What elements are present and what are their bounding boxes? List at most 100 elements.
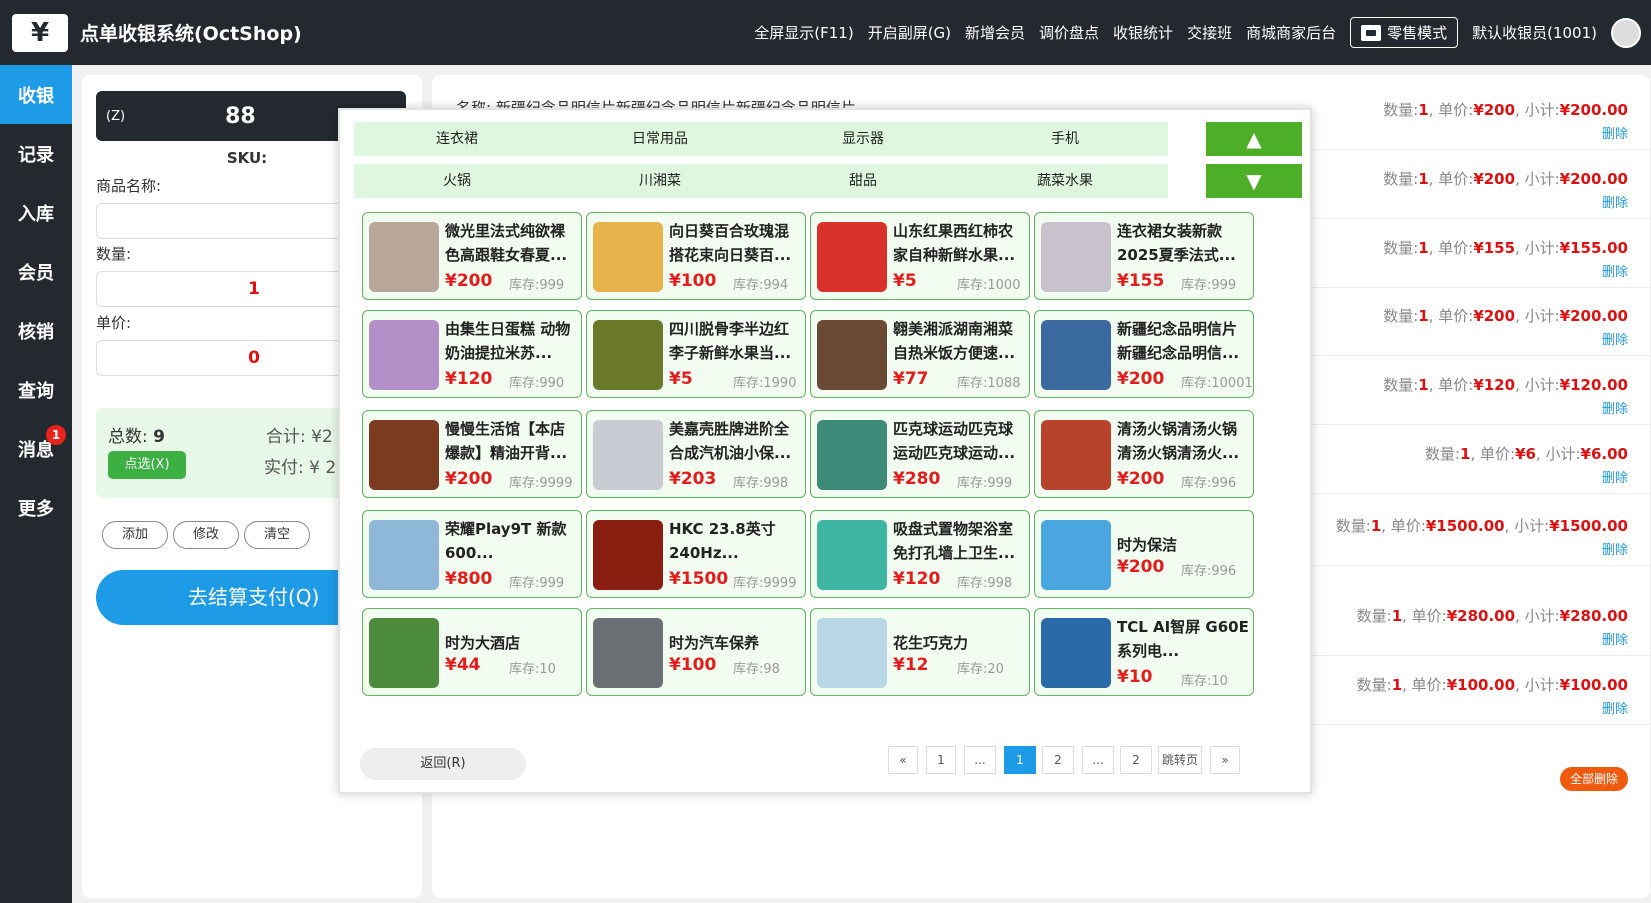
product-price: ¥1500 (669, 569, 729, 589)
category-dress[interactable]: 连衣裙 (354, 122, 560, 156)
product-card[interactable]: 时为大酒店 ¥44 库存:10 (362, 608, 582, 696)
nav-cashier-stats[interactable]: 收银统计 (1113, 22, 1173, 43)
product-card[interactable]: 清汤火锅清汤火锅清汤火锅清汤火... ¥200 库存:996 (1034, 410, 1254, 498)
delete-link[interactable]: 删除 (1602, 329, 1628, 348)
price-value: ¥200 (1473, 101, 1516, 119)
product-card[interactable]: 匹克球运动匹克球运动匹克球运动... ¥280 库存:999 (810, 410, 1030, 498)
page-button[interactable]: 跳转页 (1158, 746, 1202, 774)
product-name: 四川脱骨李半边红李子新鲜水果当... (669, 320, 792, 362)
retail-mode-button[interactable]: 零售模式 (1350, 17, 1459, 48)
product-stock: 库存:999 (1181, 278, 1237, 293)
product-card[interactable]: 荣耀Play9T 新款600... ¥800 库存:999 (362, 510, 582, 598)
edit-button[interactable]: 修改 (173, 521, 239, 549)
sidebar-item-cashier[interactable]: 收银 (0, 65, 72, 124)
product-card[interactable]: 吸盘式置物架浴室免打孔墙上卫生... ¥120 库存:998 (810, 510, 1030, 598)
product-stock: 库存:999 (509, 278, 565, 293)
nav-merchant-backend[interactable]: 商城商家后台 (1246, 22, 1336, 43)
product-stock: 库存:994 (733, 278, 789, 293)
product-image (1041, 520, 1111, 590)
product-card[interactable]: 花生巧克力 ¥12 库存:20 (810, 608, 1030, 696)
nav-fullscreen[interactable]: 全屏显示(F11) (754, 22, 853, 43)
product-card[interactable]: 时为汽车保养 ¥100 库存:98 (586, 608, 806, 696)
product-card[interactable]: HKC 23.8英寸240Hz... ¥1500 库存:9999 (586, 510, 806, 598)
category-up-button[interactable]: ▲ (1206, 122, 1302, 156)
qty-label: 数量: (1383, 376, 1419, 394)
sidebar-item-more[interactable]: 更多 (0, 478, 72, 537)
sidebar-item-messages[interactable]: 消息 1 (0, 419, 72, 478)
product-card[interactable]: 时为保洁 ¥200 库存:996 (1034, 510, 1254, 598)
product-card[interactable]: 新疆纪念品明信片新疆纪念品明信... ¥200 库存:10001 (1034, 310, 1254, 398)
page-button[interactable]: ... (964, 746, 996, 774)
product-card[interactable]: 美嘉壳胜牌进阶全合成汽机油小保... ¥203 库存:998 (586, 410, 806, 498)
clear-button[interactable]: 清空 (244, 521, 310, 549)
sidebar-item-stock-in[interactable]: 入库 (0, 183, 72, 242)
category-fruit-veg[interactable]: 蔬菜水果 (962, 164, 1168, 198)
product-stock: 库存:1000 (957, 278, 1021, 293)
product-image (817, 222, 887, 292)
cashier-name[interactable]: 默认收银员(1001) (1472, 22, 1597, 43)
product-name: 连衣裙女装新款2025夏季法式... (1117, 222, 1236, 264)
product-card[interactable]: 四川脱骨李半边红李子新鲜水果当... ¥5 库存:1990 (586, 310, 806, 398)
category-down-button[interactable]: ▼ (1206, 164, 1302, 198)
product-stock: 库存:1990 (733, 376, 797, 391)
product-card[interactable]: TCL AI智屏 G60E 系列电... ¥10 库存:10 (1034, 608, 1254, 696)
qty-value: 1 (1418, 376, 1429, 394)
delete-link[interactable]: 删除 (1602, 123, 1628, 142)
category-dessert[interactable]: 甜品 (760, 164, 966, 198)
qty-value: 1 (1418, 170, 1429, 188)
product-card[interactable]: 向日葵百合玫瑰混搭花束向日葵百... ¥100 库存:994 (586, 212, 806, 300)
subtotal-value: ¥120.00 (1559, 376, 1628, 394)
delete-link[interactable]: 删除 (1602, 467, 1628, 486)
product-card[interactable]: 慢慢生活馆【本店爆款】精油开背... ¥200 库存:9999 (362, 410, 582, 498)
sidebar-item-members[interactable]: 会员 (0, 242, 72, 301)
product-card[interactable]: 由集生日蛋糕 动物奶油提拉米苏... ¥120 库存:990 (362, 310, 582, 398)
page-button[interactable]: 1 (926, 746, 956, 774)
product-image (817, 520, 887, 590)
category-hotpot[interactable]: 火锅 (354, 164, 560, 198)
product-price: ¥280 (893, 469, 941, 489)
sidebar-item-query[interactable]: 查询 (0, 360, 72, 419)
product-card[interactable]: 连衣裙女装新款2025夏季法式... ¥155 库存:999 (1034, 212, 1254, 300)
category-sichuan-hunan[interactable]: 川湘菜 (557, 164, 763, 198)
product-stock: 库存:996 (1181, 476, 1237, 491)
sidebar-item-redeem[interactable]: 核销 (0, 301, 72, 360)
delete-link[interactable]: 删除 (1602, 629, 1628, 648)
nav-shift-handover[interactable]: 交接班 (1187, 22, 1232, 43)
back-button[interactable]: 返回(R) (360, 748, 526, 780)
clear-all-button[interactable]: 全部删除 (1560, 767, 1628, 791)
nav-second-screen[interactable]: 开启副屏(G) (868, 22, 951, 43)
product-stock: 库存:9999 (509, 476, 573, 491)
delete-link[interactable]: 删除 (1602, 398, 1628, 417)
category-daily[interactable]: 日常用品 (557, 122, 763, 156)
product-price: ¥120 (445, 369, 493, 389)
product-image (369, 520, 439, 590)
delete-link[interactable]: 删除 (1602, 698, 1628, 717)
product-card[interactable]: 微光里法式纯欲裸色高跟鞋女春夏... ¥200 库存:999 (362, 212, 582, 300)
product-name: 微光里法式纯欲裸色高跟鞋女春夏... (445, 222, 568, 264)
nav-add-member[interactable]: 新增会员 (965, 22, 1025, 43)
qty-value: 1 (1418, 101, 1429, 119)
sidebar-item-records[interactable]: 记录 (0, 124, 72, 183)
product-price: ¥800 (445, 569, 493, 589)
subtotal-value: ¥155.00 (1559, 239, 1628, 257)
subtotal-label: 小计: (1524, 170, 1560, 188)
add-button[interactable]: 添加 (102, 521, 168, 549)
category-phone[interactable]: 手机 (962, 122, 1168, 156)
nav-price-inventory[interactable]: 调价盘点 (1039, 22, 1099, 43)
product-card[interactable]: 山东红果西红柿农家自种新鲜水果... ¥5 库存:1000 (810, 212, 1030, 300)
page-button[interactable]: 1 (1004, 746, 1036, 774)
delete-link[interactable]: 删除 (1602, 539, 1628, 558)
product-image (369, 222, 439, 292)
page-button[interactable]: 2 (1120, 746, 1152, 774)
page-button[interactable]: ... (1082, 746, 1114, 774)
category-monitor[interactable]: 显示器 (760, 122, 966, 156)
delete-link[interactable]: 删除 (1602, 261, 1628, 280)
product-card[interactable]: 翱美湘派湖南湘菜自热米饭方便速... ¥77 库存:1088 (810, 310, 1030, 398)
page-button[interactable]: 2 (1042, 746, 1074, 774)
page-button[interactable]: » (1210, 746, 1240, 774)
avatar[interactable] (1611, 17, 1641, 48)
sidebar-item-label: 入库 (18, 203, 54, 225)
select-button[interactable]: 点选(X) (108, 451, 186, 479)
delete-link[interactable]: 删除 (1602, 192, 1628, 211)
page-button[interactable]: « (888, 746, 918, 774)
